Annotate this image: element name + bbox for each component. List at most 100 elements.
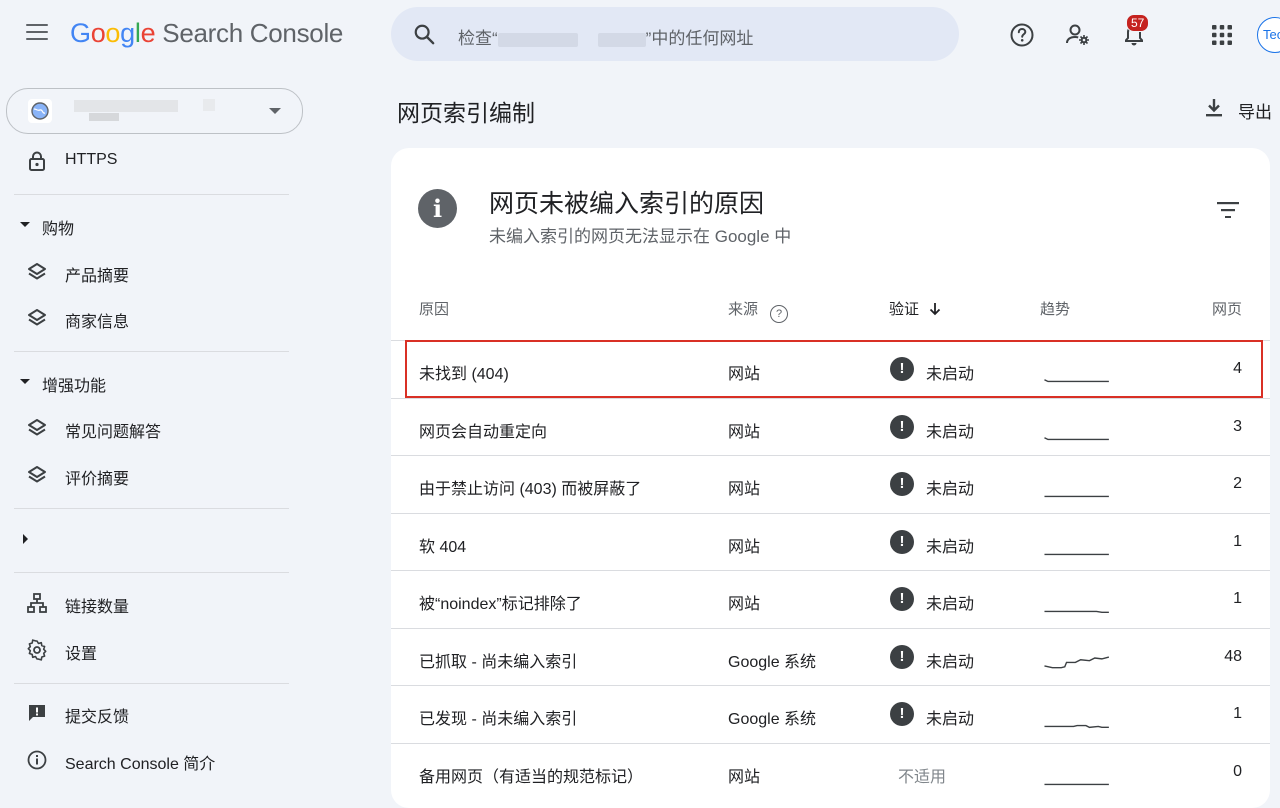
reason-cell: 未找到 (404) <box>419 366 509 383</box>
sidebar-item-feedback[interactable]: 提交反馈 <box>0 693 300 733</box>
logo-letter: o <box>90 18 106 48</box>
pages-count: 0 <box>1233 762 1242 780</box>
trend-sparkline <box>1044 495 1109 498</box>
search-placeholder: 检查“ ”中的任何网址 <box>458 24 753 49</box>
status-label: 未启动 <box>926 481 975 498</box>
trend-sparkline <box>1044 379 1109 383</box>
sidebar-item-links[interactable]: 链接数量 <box>0 583 300 623</box>
property-selector[interactable] <box>6 88 303 134</box>
notification-count-badge: 57 <box>1126 14 1150 32</box>
sidebar-item-faq[interactable]: 常见问题解答 <box>0 408 300 448</box>
account-avatar[interactable]: Tec <box>1257 17 1280 53</box>
apps-grid-icon[interactable] <box>1209 22 1235 48</box>
source-cell: Google 系统 <box>728 711 817 728</box>
not-indexed-reasons-card: i 网页未被编入索引的原因 未编入索引的网页无法显示在 Google 中 原因 … <box>391 148 1270 808</box>
redacted-text <box>597 32 646 47</box>
sidebar-divider <box>14 572 289 573</box>
layers-icon <box>28 309 46 326</box>
page-title: 网页索引编制 <box>397 100 535 126</box>
redacted-gap <box>578 33 598 47</box>
sidebar-item-label: HTTPS <box>65 151 118 168</box>
reason-cell: 软 404 <box>419 538 467 556</box>
sidebar-section-shopping[interactable]: 购物 <box>0 205 300 245</box>
sidebar-item-label: 商家信息 <box>65 314 130 331</box>
filter-icon[interactable] <box>1217 202 1239 218</box>
source-cell: 网站 <box>728 596 761 613</box>
sidebar-item-label: 链接数量 <box>65 599 130 616</box>
source-cell: Google 系统 <box>728 653 817 671</box>
redacted-text <box>497 32 578 47</box>
status-label: 不适用 <box>898 768 947 786</box>
warning-icon: ! <box>890 414 914 439</box>
layers-icon <box>28 419 46 436</box>
trend-sparkline <box>1044 436 1109 440</box>
expand-arrow-icon <box>23 534 28 544</box>
pages-count: 3 <box>1233 417 1242 435</box>
warning-icon: ! <box>890 529 914 554</box>
status-label: 未启动 <box>926 538 975 556</box>
sort-descending-icon <box>929 303 941 316</box>
manage-users-icon[interactable] <box>1065 22 1091 48</box>
sidebar-item-product-snippets[interactable]: 产品摘要 <box>0 252 300 292</box>
source-cell: 网站 <box>728 538 761 556</box>
column-header-trend: 趋势 <box>1040 298 1070 319</box>
source-cell: 网站 <box>728 481 761 498</box>
column-header-source[interactable]: 来源? <box>728 298 789 323</box>
sidebar-item-label: 提交反馈 <box>65 709 130 726</box>
table-row[interactable]: 已抓取 - 尚未编入索引 Google 系统! 未启动 48 <box>391 627 1270 686</box>
warning-icon: ! <box>890 702 914 726</box>
sidebar-section-collapsed[interactable] <box>0 519 300 559</box>
table-row[interactable]: 网页会自动重定向 网站! 未启动 3 <box>391 397 1270 456</box>
sidebar-item-about[interactable]: Search Console 简介 <box>0 740 300 780</box>
table-row[interactable]: 由于禁止访问 (403) 而被屏蔽了 网站! 未启动 2 <box>391 455 1270 513</box>
sidebar-item-label: 设置 <box>65 646 98 663</box>
sidebar-section-enhancements[interactable]: 增强功能 <box>0 362 300 402</box>
warning-icon: ! <box>890 644 914 669</box>
sidebar-item-merchant-listings[interactable]: 商家信息 <box>0 298 300 338</box>
sidebar-divider <box>14 508 289 509</box>
sitemap-icon <box>27 593 47 613</box>
card-subtitle: 未编入索引的网页无法显示在 Google 中 <box>489 227 792 246</box>
sidebar-section-label: 购物 <box>42 221 75 238</box>
column-header-reason[interactable]: 原因 <box>419 298 449 319</box>
sidebar-item-label: Search Console 简介 <box>65 756 216 773</box>
table-row[interactable]: 未找到 (404) 网站! 未启动 4 <box>391 340 1270 398</box>
status-label: 未启动 <box>926 596 975 613</box>
globe-icon <box>28 99 52 123</box>
status-label: 未启动 <box>926 366 975 383</box>
sidebar-divider <box>14 194 289 195</box>
sidebar-item-label: 产品摘要 <box>65 268 130 285</box>
sidebar-divider <box>14 683 289 684</box>
table-row[interactable]: 软 404 网站! 未启动 1 <box>391 512 1270 571</box>
warning-icon: ! <box>890 357 914 381</box>
menu-icon[interactable] <box>26 24 48 42</box>
trend-sparkline <box>1044 655 1110 668</box>
table-row[interactable]: 被“noindex”标记排除了 网站! 未启动 1 <box>391 570 1270 628</box>
table-row[interactable]: 已发现 - 尚未编入索引 Google 系统! 未启动 1 <box>391 685 1270 743</box>
url-inspection-search[interactable]: 检查“ ”中的任何网址 <box>391 7 959 61</box>
export-label: 导出 <box>1238 103 1272 122</box>
sidebar-item-review-snippets[interactable]: 评价摘要 <box>0 455 300 495</box>
column-header-validation[interactable]: 验证 <box>889 298 942 319</box>
layers-icon <box>28 263 46 280</box>
help-icon[interactable] <box>1009 22 1035 48</box>
pages-count: 1 <box>1233 590 1242 607</box>
sidebar-item-label: 评价摘要 <box>65 471 130 488</box>
sidebar-item-https[interactable]: HTTPS <box>0 141 300 181</box>
search-suffix: ”中的任何网址 <box>645 29 754 48</box>
logo-letter: o <box>105 18 121 48</box>
reason-cell: 网页会自动重定向 <box>419 423 548 441</box>
column-header-label: 原因 <box>419 301 450 318</box>
status-label: 未启动 <box>926 423 975 441</box>
source-cell: 网站 <box>728 366 761 383</box>
reason-cell: 由于禁止访问 (403) 而被屏蔽了 <box>419 481 642 498</box>
source-cell: 网站 <box>728 423 761 441</box>
logo-letter: G <box>70 18 91 48</box>
help-icon[interactable]: ? <box>770 305 789 323</box>
collapse-arrow-icon <box>20 222 30 227</box>
sidebar-item-settings[interactable]: 设置 <box>0 630 300 670</box>
column-header-pages[interactable]: 网页 <box>1212 298 1242 319</box>
product-logo[interactable]: Google Search Console <box>70 18 343 49</box>
status-label: 未启动 <box>926 711 975 728</box>
table-row[interactable]: 备用网页（有适当的规范标记） 网站 不适用 0 <box>391 742 1270 801</box>
